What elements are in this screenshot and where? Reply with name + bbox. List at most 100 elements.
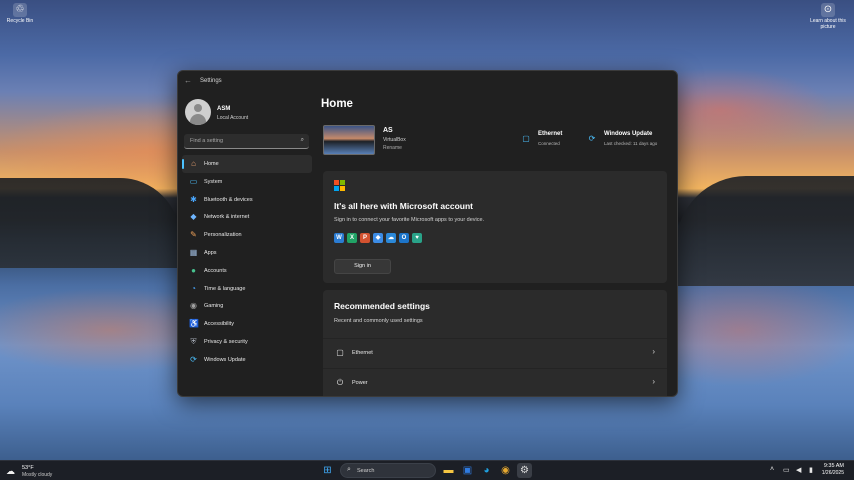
ethernet-icon: ▢	[336, 348, 344, 357]
sidebar-item-network-internet[interactable]: ◆ Network & internet	[182, 208, 312, 226]
card-title: Recommended settings	[334, 301, 430, 311]
recommended-item-label: Power	[352, 380, 368, 386]
microsoft-account-card: It's all here with Microsoft account Sig…	[323, 171, 667, 283]
card-description: Recent and commonly used settings	[334, 318, 423, 324]
device-name: AS	[383, 127, 393, 134]
recommended-item-label: Ethernet	[352, 350, 373, 356]
chevron-right-icon: ›	[652, 377, 655, 386]
chevron-right-icon: ›	[652, 347, 655, 356]
chrome-icon[interactable]: ◉	[498, 463, 513, 478]
sidebar-item-windows-update[interactable]: ⟳ Windows Update	[182, 351, 312, 369]
clock[interactable]: 9:35 AM 1/26/2025	[822, 463, 844, 476]
network-icon: ◆	[190, 212, 197, 222]
volume-icon[interactable]: ◀	[796, 466, 801, 474]
outlook-icon: O	[399, 233, 409, 243]
clock-date: 1/26/2025	[821, 470, 844, 476]
accessibility-icon: ♿	[189, 319, 199, 329]
status-title: Ethernet	[538, 131, 563, 137]
learn-picture-icon: ⊙	[821, 3, 835, 17]
search-input[interactable]: Find a setting ⌕	[184, 134, 309, 149]
page-title: Home	[321, 98, 353, 110]
ethernet-icon: ▢	[522, 134, 530, 143]
desktop-icon-label: Recycle Bin	[6, 18, 34, 24]
word-icon: W	[334, 233, 344, 243]
device-model: VirtualBox	[383, 137, 406, 143]
microsoft-logo-icon	[334, 180, 345, 191]
settings-window: ← Settings ASM Local Account Find a sett…	[177, 70, 678, 397]
globe-icon: ◔	[191, 283, 196, 293]
edge-icon[interactable]: ◕	[479, 463, 494, 478]
search-placeholder: Find a setting	[190, 138, 224, 144]
desktop-icon-learn-picture[interactable]: ⊙ Learn about this picture	[808, 3, 848, 30]
microsoft-store-icon[interactable]: ▣	[460, 463, 475, 478]
status-subtitle: Last checked: 11 days ago	[604, 141, 658, 146]
start-button-icon[interactable]: ⊞	[320, 463, 335, 478]
chevron-up-icon[interactable]: ˄	[770, 466, 774, 473]
title-bar: ← Settings	[178, 71, 677, 93]
network-icon[interactable]: ▭	[783, 466, 790, 474]
account-type: Local Account	[217, 115, 249, 121]
search-icon: ⌕	[347, 466, 351, 473]
excel-icon: X	[347, 233, 357, 243]
sign-in-button[interactable]: Sign in	[334, 259, 391, 274]
sidebar-item-label: Network & internet	[204, 214, 250, 221]
back-arrow-icon[interactable]: ←	[184, 76, 192, 85]
status-subtitle: Connected	[538, 141, 560, 146]
taskbar-search[interactable]: ⌕ Search	[340, 463, 436, 478]
windows-update-icon: ⟳	[588, 134, 596, 143]
sidebar-item-label: Time & language	[204, 285, 246, 292]
accounts-icon: ●	[191, 265, 196, 275]
sidebar-item-privacy-security[interactable]: ⛨ Privacy & security	[182, 333, 312, 351]
onedrive-icon: ☁	[386, 233, 396, 243]
sidebar-item-label: System	[204, 178, 223, 185]
sidebar-item-accessibility[interactable]: ♿ Accessibility	[182, 315, 312, 333]
clock-time: 9:35 AM	[823, 463, 844, 469]
battery-icon[interactable]: ▮	[809, 466, 813, 474]
sidebar-item-time-language[interactable]: ◔ Time & language	[182, 280, 312, 298]
apps-icon: ▦	[189, 247, 198, 257]
search-icon: ⌕	[300, 137, 304, 143]
sidebar-item-accounts[interactable]: ● Accounts	[182, 262, 312, 280]
card-title: It's all here with Microsoft account	[334, 201, 473, 211]
sidebar-item-label: Windows Update	[204, 356, 246, 363]
defender-icon: ◆	[373, 233, 383, 243]
sidebar-nav: ⌂ Home ▭ System ✱ Bluetooth & devices ◆ Network…	[182, 155, 312, 369]
sidebar-item-apps[interactable]: ▦ Apps	[182, 244, 312, 262]
rename-link[interactable]: Rename	[383, 145, 402, 151]
user-profile[interactable]: ASM Local Account	[185, 97, 315, 127]
recommended-item-power[interactable]: ⏻ Power ›	[323, 368, 667, 396]
recycle-bin-icon: ♲	[13, 3, 27, 17]
desktop-icon-label: Learn about this picture	[810, 18, 846, 30]
status-title: Windows Update	[604, 131, 653, 137]
sidebar-item-label: Gaming	[204, 303, 224, 310]
sidebar-item-label: Apps	[204, 249, 217, 256]
power-icon: ⏻	[336, 378, 344, 387]
bluetooth-icon: ✱	[190, 194, 197, 204]
desktop-icon-recycle-bin[interactable]: ♲ Recycle Bin	[0, 3, 40, 24]
sidebar-item-system[interactable]: ▭ System	[182, 173, 312, 191]
recommended-item-ethernet[interactable]: ▢ Ethernet ›	[323, 338, 667, 366]
weather-description: Mostly cloudy	[22, 472, 53, 478]
sidebar-item-bluetooth-devices[interactable]: ✱ Bluetooth & devices	[182, 191, 312, 209]
settings-taskbar-icon[interactable]: ⚙	[517, 463, 532, 478]
brush-icon: ✎	[190, 230, 197, 240]
sidebar: ASM Local Account Find a setting ⌕ ⌂ Home…	[178, 93, 318, 396]
user-name: ASM	[217, 106, 231, 112]
window-title: Settings	[200, 78, 222, 84]
sidebar-item-label: Accounts	[204, 267, 227, 274]
sidebar-item-personalization[interactable]: ✎ Personalization	[182, 226, 312, 244]
sidebar-item-label: Personalization	[204, 232, 242, 239]
system-icon: ▭	[189, 176, 198, 186]
file-explorer-icon[interactable]: ▬	[441, 463, 456, 478]
update-icon: ⟳	[190, 354, 197, 364]
taskbar-search-label: Search	[357, 468, 375, 474]
weather-temperature: 53°F	[22, 465, 34, 471]
recommended-settings-card: Recommended settings Recent and commonly…	[323, 290, 667, 396]
shield-icon: ⛨	[190, 336, 197, 346]
sidebar-item-home[interactable]: ⌂ Home	[182, 155, 312, 173]
sidebar-item-label: Bluetooth & devices	[204, 196, 253, 203]
main-content: Home AS VirtualBox Rename ▢ Ethernet Con…	[321, 93, 677, 396]
device-wallpaper-thumbnail	[323, 125, 375, 155]
gaming-icon: ◉	[190, 301, 197, 311]
sidebar-item-gaming[interactable]: ◉ Gaming	[182, 297, 312, 315]
